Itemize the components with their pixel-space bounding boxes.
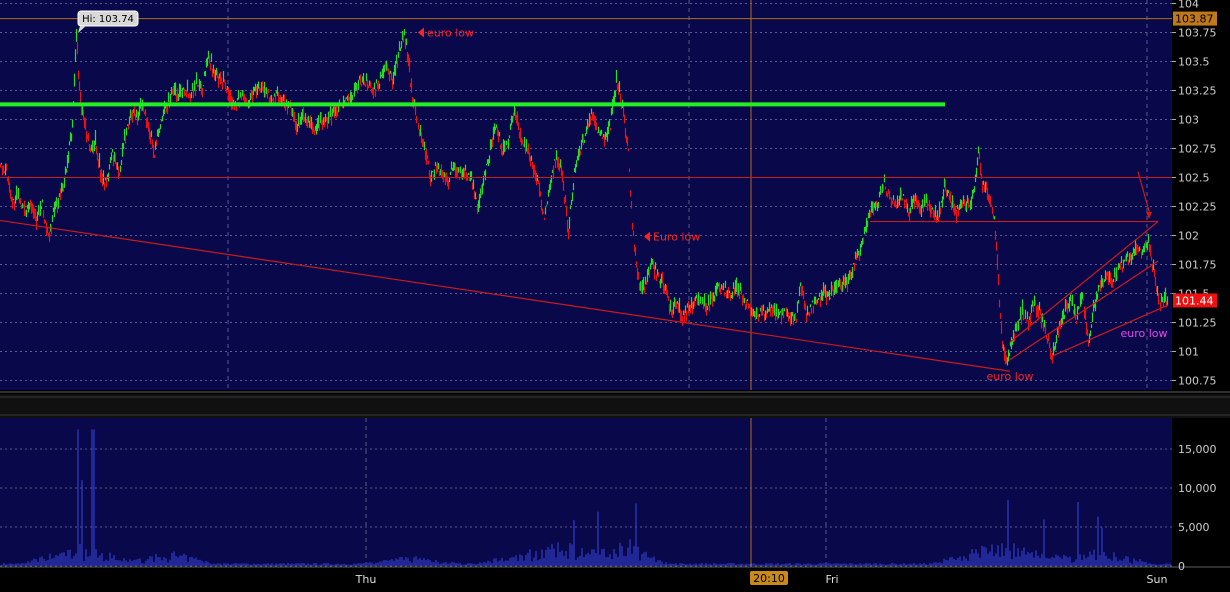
volume-tick-label: 10,000: [1178, 482, 1217, 495]
time-axis-background[interactable]: [0, 568, 1230, 588]
price-tag-top: 103.87: [1175, 13, 1214, 26]
price-tick-label: 103.25: [1178, 85, 1217, 98]
chart-canvas: Thu Fri Sun 104 103.75 103.5 103.25 103 102.7…: [0, 0, 1230, 588]
price-tick-label: 102.5: [1178, 172, 1210, 185]
price-panel-background: [0, 0, 1172, 390]
price-tick-label: 103.5: [1178, 56, 1210, 69]
annotation-euro-low-1: euro low: [427, 27, 474, 40]
price-tick-label: 101.25: [1178, 317, 1217, 330]
price-tag-last: 101.44: [1175, 294, 1214, 307]
volume-panel-background: [0, 418, 1172, 566]
price-tick-label: 104: [1178, 0, 1199, 11]
volume-tick-label: 0: [1178, 560, 1185, 573]
price-tick-label: 102.75: [1178, 143, 1217, 156]
price-tick-label: 103: [1178, 114, 1199, 127]
annotation-euro-low-2: Euro low: [653, 231, 700, 244]
day-label-sun: Sun: [1147, 573, 1168, 586]
panel-splitter[interactable]: [0, 394, 1230, 418]
hi-label: Hi: 103.74: [82, 14, 134, 25]
price-tick-label: 101: [1178, 346, 1199, 359]
crosshair-time-label: 20:10: [753, 572, 785, 585]
day-label-fri: Fri: [825, 573, 838, 586]
price-tick-label: 102: [1178, 230, 1199, 243]
day-label-thu: Thu: [355, 573, 377, 586]
price-tick-label: 101.75: [1178, 259, 1217, 272]
price-tick-label: 103.75: [1178, 27, 1217, 40]
chart-svg: Thu Fri Sun 104 103.75 103.5 103.25 103 102.7…: [0, 0, 1230, 588]
price-tick-label: 100.75: [1178, 375, 1217, 388]
price-tick-label: 102.25: [1178, 201, 1217, 214]
volume-tick-label: 5,000: [1178, 521, 1210, 534]
annotation-euro-low-3: euro low: [986, 370, 1033, 383]
annotation-euro-low-4: euro low: [1120, 327, 1167, 340]
volume-tick-label: 15,000: [1178, 443, 1217, 456]
